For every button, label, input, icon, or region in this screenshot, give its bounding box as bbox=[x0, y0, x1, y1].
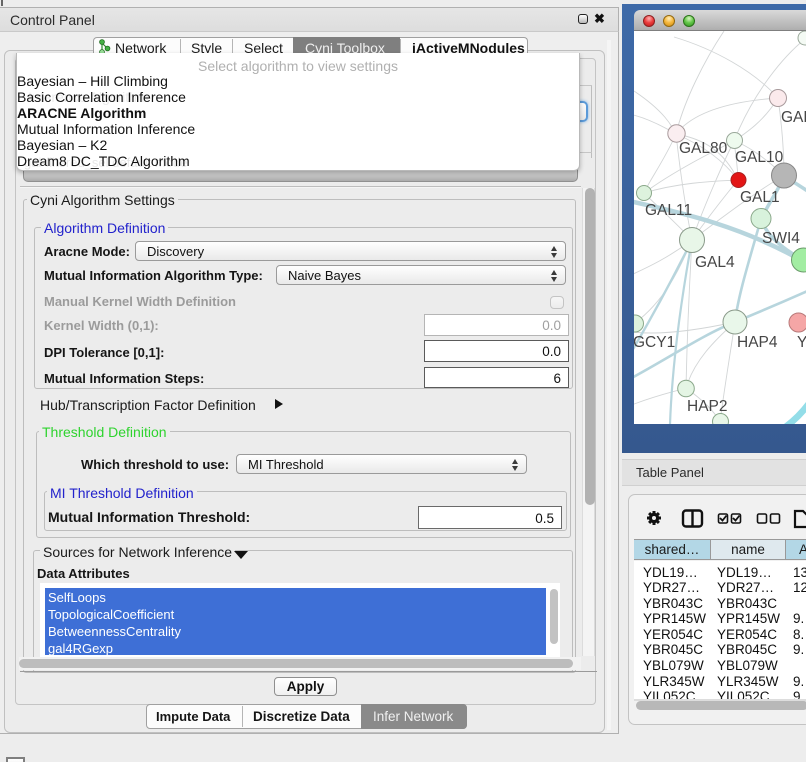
svg-text:GCY1: GCY1 bbox=[634, 334, 675, 351]
svg-text:SWI4: SWI4 bbox=[762, 230, 800, 247]
svg-text:GAL10: GAL10 bbox=[735, 149, 784, 166]
svg-text:GAL1: GAL1 bbox=[740, 189, 780, 206]
svg-text:HAP2: HAP2 bbox=[687, 398, 728, 415]
svg-text:HAP4: HAP4 bbox=[737, 334, 778, 351]
svg-text:GAL11: GAL11 bbox=[645, 202, 692, 219]
svg-text:Y: Y bbox=[797, 334, 806, 351]
svg-text:GAL80: GAL80 bbox=[679, 140, 728, 157]
svg-text:GAL4: GAL4 bbox=[695, 254, 735, 271]
svg-text:GAL7: GAL7 bbox=[781, 109, 806, 126]
